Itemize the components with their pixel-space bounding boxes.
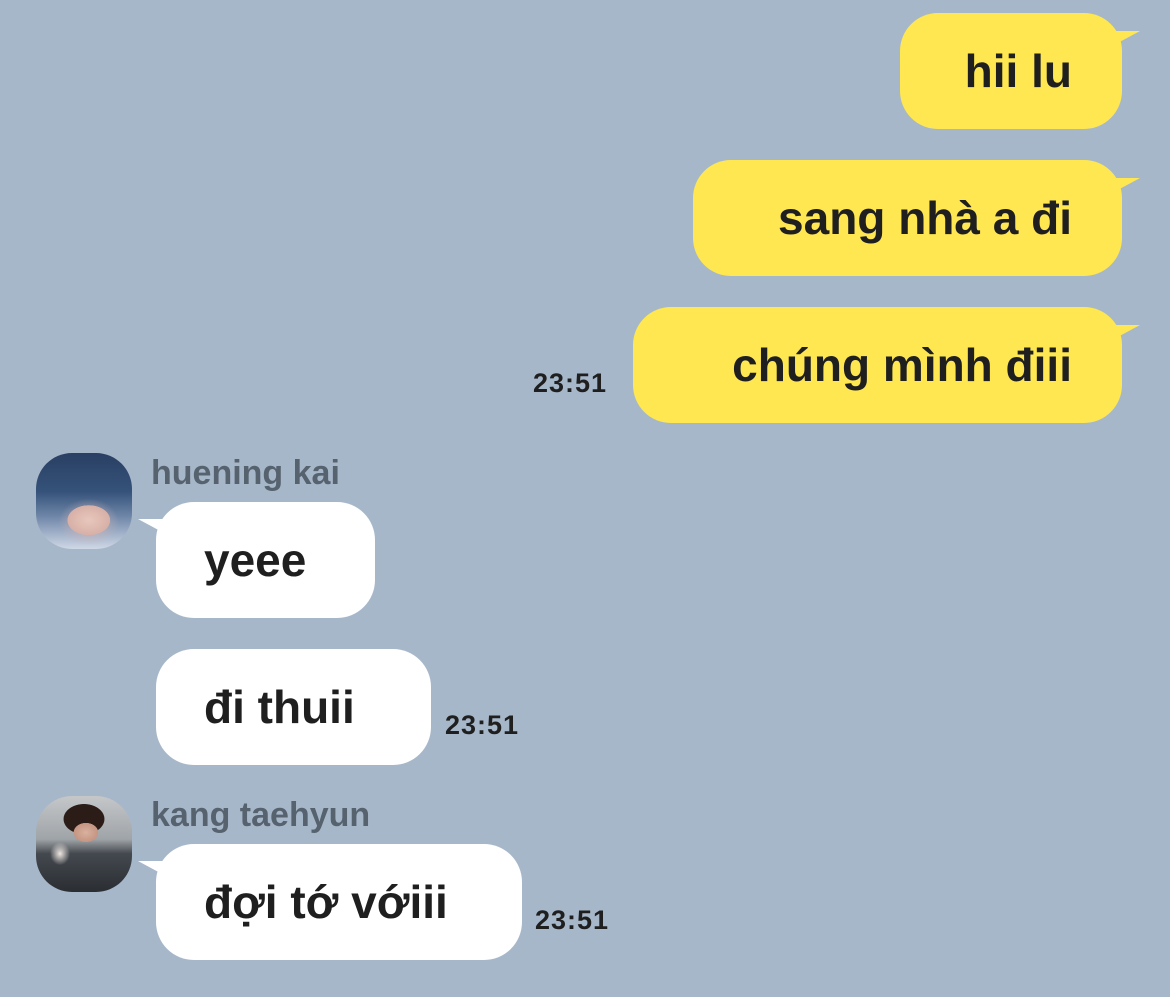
incoming-message-bubble[interactable]: yeee — [156, 502, 375, 618]
chat-thread[interactable]: hii lu sang nhà a đi chúng mình điii 23:… — [0, 0, 1170, 997]
message-timestamp: 23:51 — [535, 905, 610, 935]
message-text: đi thuii — [204, 681, 355, 733]
outgoing-message-bubble[interactable]: hii lu — [900, 13, 1122, 129]
sender-name: huening kai — [151, 454, 340, 492]
message-timestamp: 23:51 — [445, 710, 520, 740]
incoming-message-bubble[interactable]: đi thuii — [156, 649, 431, 765]
outgoing-message-bubble[interactable]: chúng mình điii — [633, 307, 1122, 423]
message-text: đợi tớ vớiii — [204, 876, 448, 928]
message-text: yeee — [204, 534, 307, 586]
message-text: hii lu — [964, 45, 1072, 97]
incoming-message-bubble[interactable]: đợi tớ vớiii — [156, 844, 522, 960]
bubble-tail — [1114, 31, 1140, 59]
outgoing-message-bubble[interactable]: sang nhà a đi — [693, 160, 1122, 276]
sender-name: kang taehyun — [151, 796, 371, 834]
message-text: chúng mình điii — [732, 339, 1072, 391]
bubble-tail — [1114, 325, 1140, 353]
message-timestamp: 23:51 — [533, 368, 608, 398]
avatar[interactable] — [36, 453, 132, 549]
bubble-tail — [1114, 178, 1140, 206]
avatar[interactable] — [36, 796, 132, 892]
message-text: sang nhà a đi — [778, 192, 1072, 244]
